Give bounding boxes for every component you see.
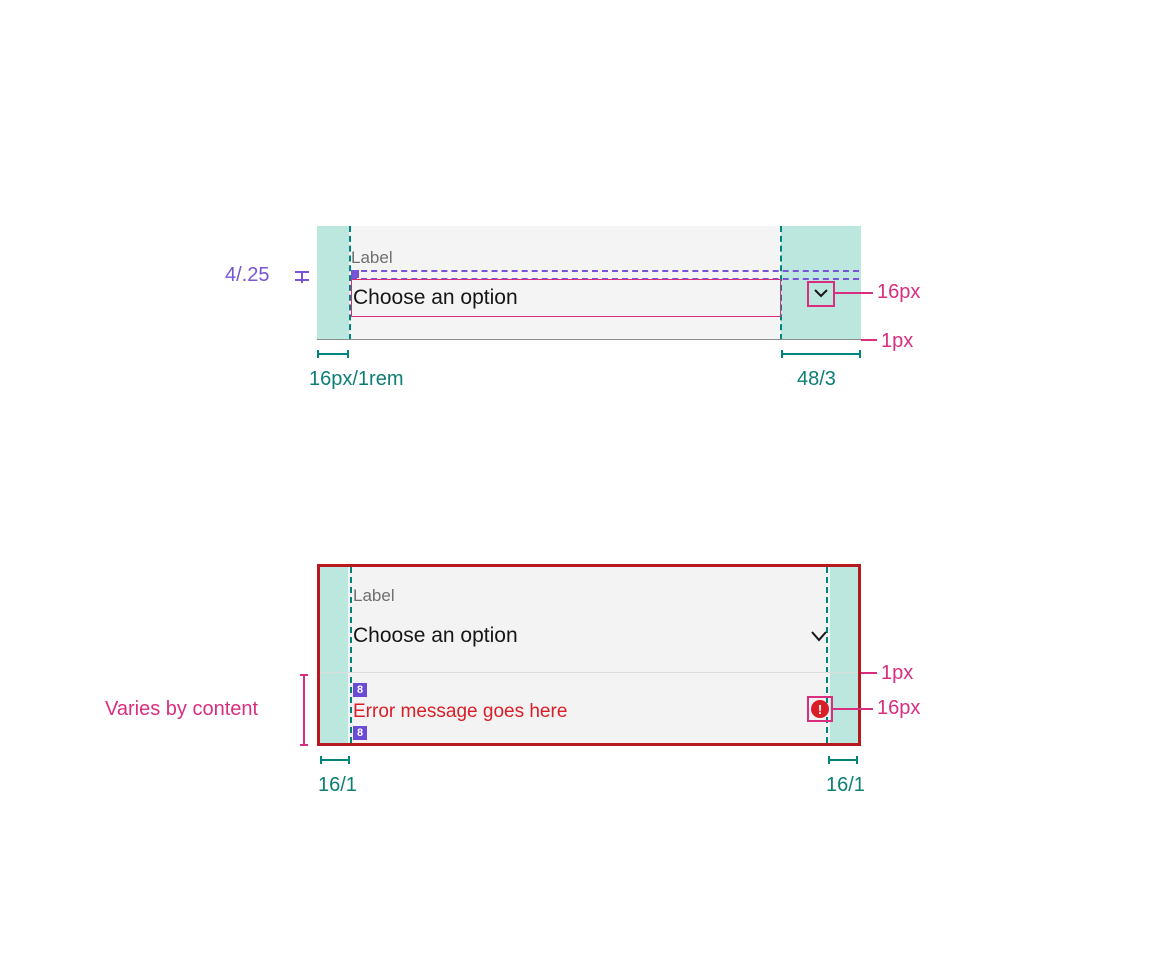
callout-line-chevron (835, 292, 873, 294)
callout-rule-thickness: 1px (881, 330, 913, 353)
callout-line-warning (833, 708, 873, 710)
chevron-down-icon (814, 285, 828, 303)
field-label: Label (353, 586, 395, 606)
gap-bracket-icon (289, 267, 309, 285)
gap-marker (351, 270, 359, 278)
divider-line (320, 672, 858, 673)
callout-divider-thickness: 1px (881, 662, 913, 685)
right-padding-annotation-2: 16/1 (826, 774, 865, 797)
dropdown-spec-error: Label Choose an option 8 Error message g… (317, 564, 861, 746)
gap-annotation: 4/.25 (225, 264, 269, 287)
option-text: Choose an option (353, 286, 518, 310)
callout-warning-size: 16px (877, 697, 920, 720)
callout-line-divider (861, 672, 877, 674)
option-text: Choose an option (353, 624, 518, 648)
spacing-tag-bottom: 8 (353, 726, 367, 740)
error-area-height-annotation: Varies by content (105, 698, 258, 721)
padding-overlay-left (317, 226, 349, 340)
padding-overlay-left (320, 567, 348, 743)
spacing-tag-top: 8 (353, 683, 367, 697)
padding-overlay-right (830, 567, 858, 743)
chevron-bounds (807, 281, 835, 307)
dropdown-spec-default: Label Choose an option 4/.25 16px 1px (317, 226, 861, 340)
field-underline (317, 339, 861, 340)
error-message: Error message goes here (353, 701, 567, 723)
right-padding-annotation: 48/3 (797, 368, 836, 391)
field-label: Label (351, 248, 393, 268)
chevron-down-icon (811, 629, 827, 641)
callout-line-rule (861, 339, 877, 341)
gap-guide-top (351, 270, 859, 272)
left-padding-annotation-2: 16/1 (318, 774, 357, 797)
callout-chevron-size: 16px (877, 281, 920, 304)
left-padding-annotation: 16px/1rem (309, 368, 404, 391)
warning-icon-bounds: ! (807, 696, 833, 722)
warning-icon: ! (811, 700, 829, 718)
guide-left (350, 567, 352, 743)
